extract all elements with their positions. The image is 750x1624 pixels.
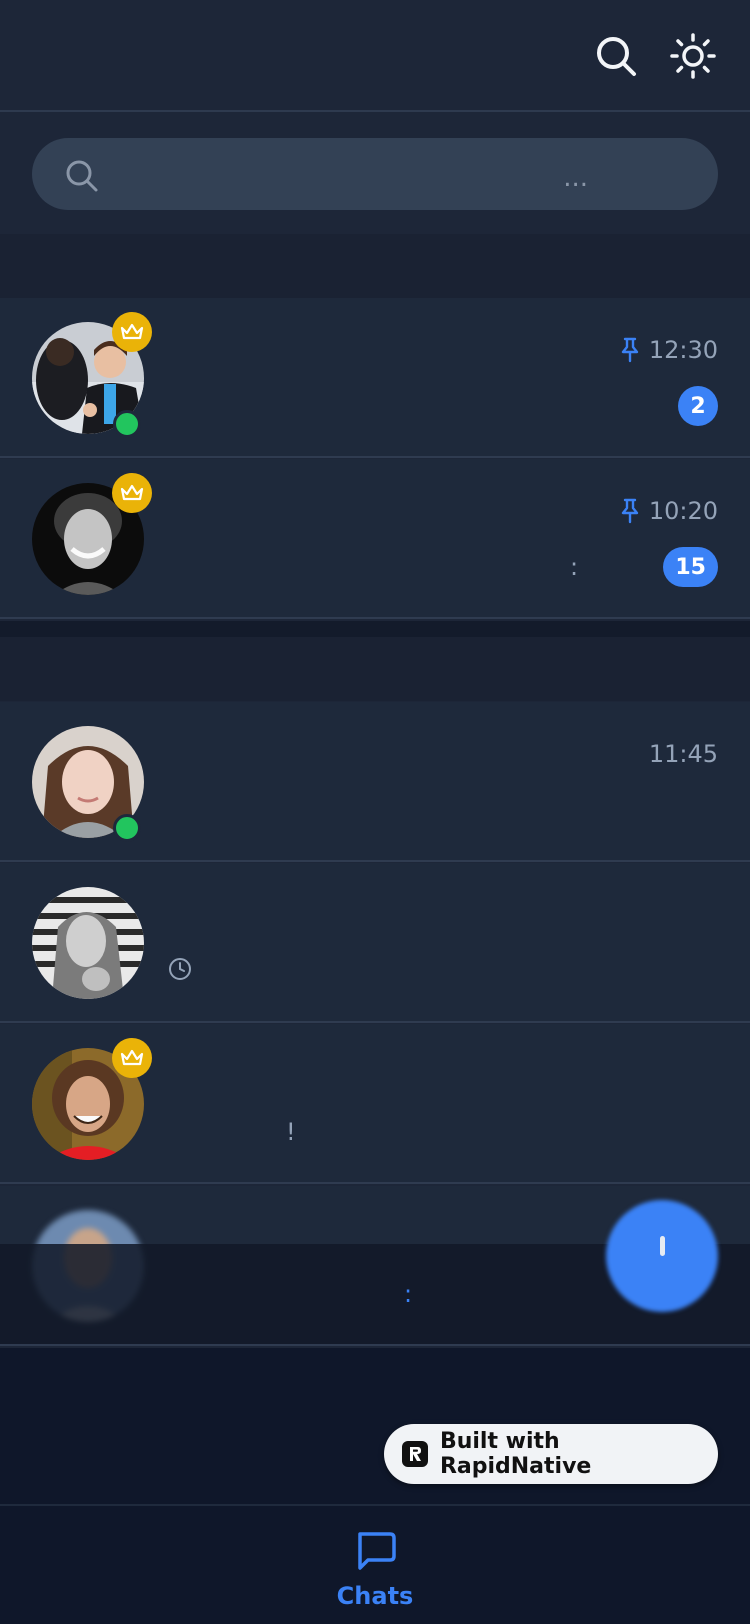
message-preview: : xyxy=(404,1280,413,1308)
chat-row[interactable]: 12:30 2 xyxy=(0,298,750,458)
search-icon xyxy=(62,156,102,196)
chat-time: 11:45 xyxy=(649,740,718,768)
time-label: 12:30 xyxy=(648,336,718,364)
unread-badge: 2 xyxy=(678,386,718,426)
top-bar xyxy=(0,0,750,112)
search-placeholder: ... xyxy=(563,163,588,193)
built-with-badge[interactable]: Built with RapidNative xyxy=(384,1424,718,1484)
section-header-pinned xyxy=(0,234,750,298)
online-indicator xyxy=(113,410,141,438)
search-icon[interactable] xyxy=(590,30,642,82)
search-section: ... xyxy=(0,112,750,234)
built-with-label: Built with RapidNative xyxy=(439,1429,592,1479)
message-preview: ! xyxy=(286,1118,296,1146)
time-label: 10:20 xyxy=(648,497,718,525)
message-preview: : xyxy=(570,553,579,581)
chat-row[interactable] xyxy=(0,863,750,1023)
chat-time: 12:30 xyxy=(619,336,718,364)
chat-time: 10:20 xyxy=(619,497,718,525)
unread-badge: 15 xyxy=(663,547,718,587)
crown-icon xyxy=(112,473,152,513)
tab-chats-label: Chats xyxy=(336,1582,414,1610)
pin-icon xyxy=(621,337,639,363)
online-indicator xyxy=(113,814,141,842)
chat-row[interactable]: 10:20 : 15 xyxy=(0,459,750,619)
clock-icon xyxy=(169,958,191,980)
crown-icon xyxy=(112,312,152,352)
rapidnative-logo-icon xyxy=(402,1441,428,1467)
time-label: 11:45 xyxy=(648,740,718,768)
plus-icon xyxy=(606,1200,718,1312)
sun-icon[interactable] xyxy=(667,30,719,82)
search-input[interactable]: ... xyxy=(32,138,718,210)
section-header-all xyxy=(0,637,750,701)
section-divider xyxy=(0,621,750,637)
avatar xyxy=(32,887,144,999)
chat-row[interactable]: 11:45 xyxy=(0,702,750,862)
pin-icon xyxy=(621,498,639,524)
tab-bar: Chats xyxy=(0,1504,750,1624)
chat-bubble-icon xyxy=(358,1532,396,1570)
chat-row[interactable]: ! xyxy=(0,1024,750,1184)
chat-app: ... 12:30 2 10:20: 15 11:45 !: Built w… xyxy=(0,0,750,1624)
tab-chats[interactable]: Chats xyxy=(320,1520,430,1620)
crown-icon xyxy=(112,1038,152,1078)
